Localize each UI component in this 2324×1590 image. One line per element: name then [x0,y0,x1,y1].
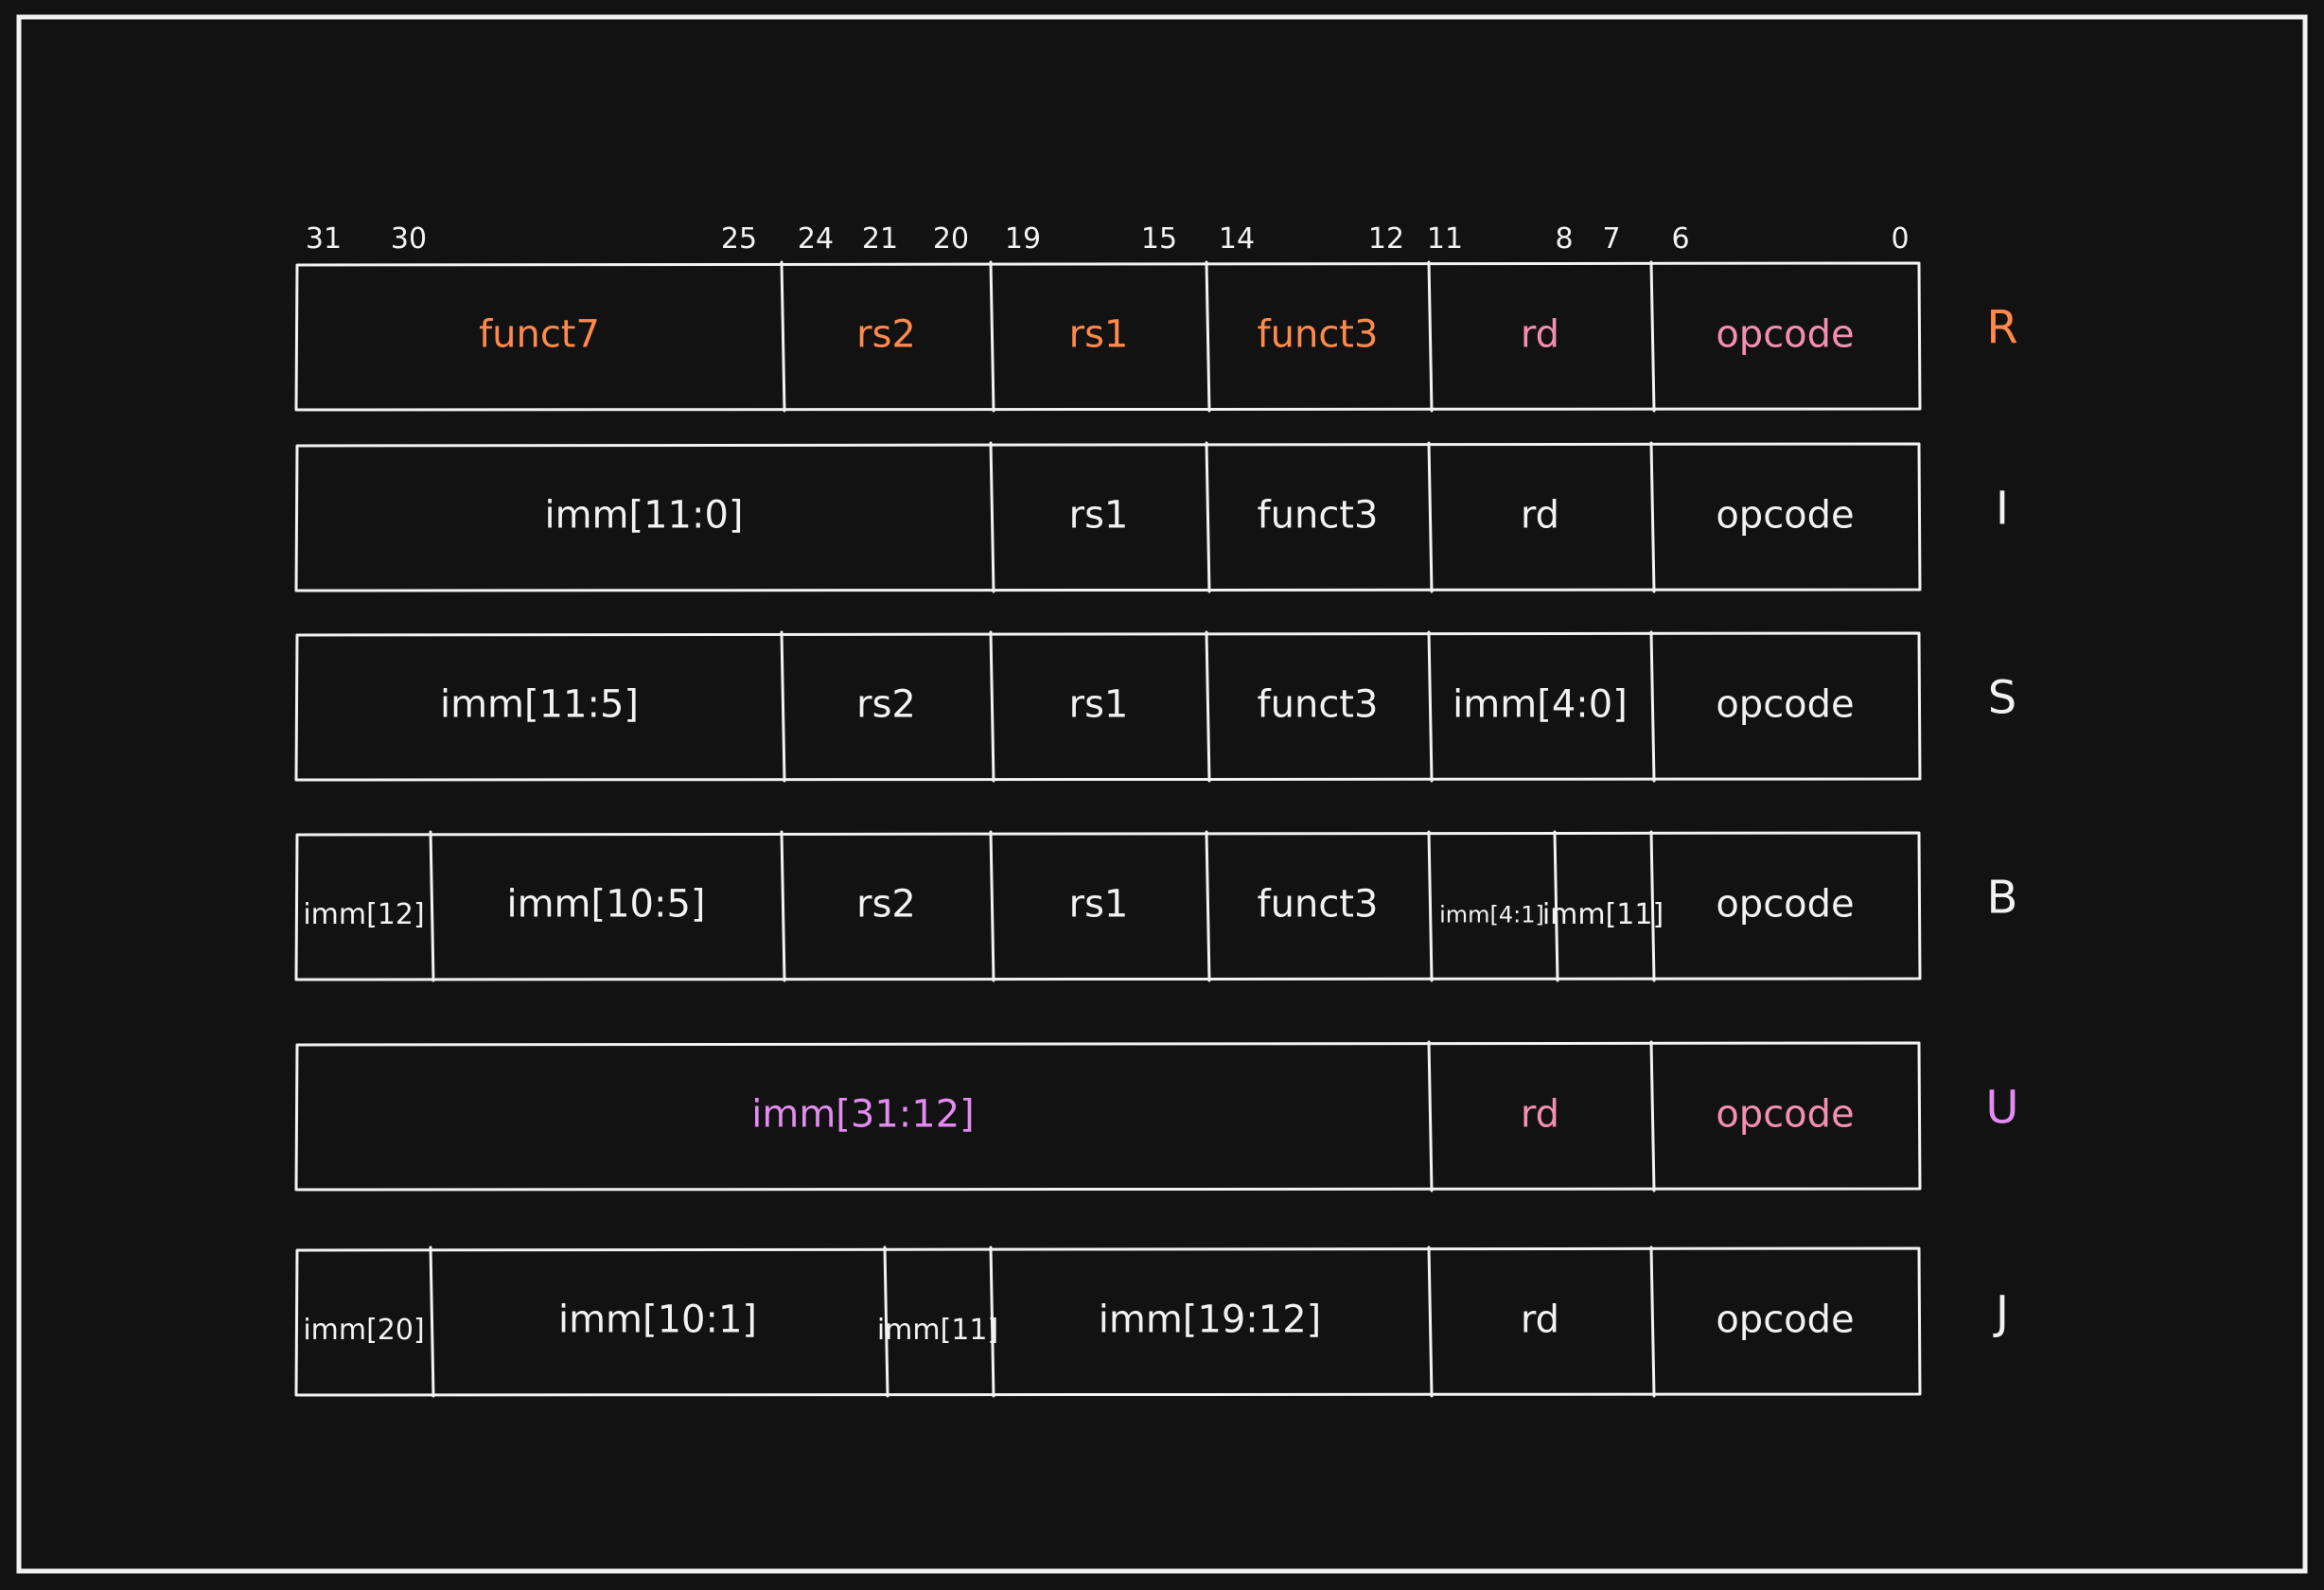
bit-number-14: 14 [1219,222,1255,256]
format-s-divider [989,630,995,783]
format-b-divider [989,830,995,982]
format-u-outline [294,1041,1922,1192]
format-s-divider [780,630,786,783]
bit-number-7: 7 [1602,222,1620,256]
format-s-field-opcode: opcode [1716,683,1854,727]
format-j-divider [429,1246,435,1398]
format-r-field-funct3: funct3 [1258,313,1379,357]
format-i-divider [1205,441,1211,593]
format-b-field-opcode: opcode [1716,883,1854,927]
format-s-divider [1205,630,1211,783]
bit-number-0: 0 [1891,222,1909,256]
bit-number-15: 15 [1141,222,1177,256]
format-s-divider [1427,630,1434,783]
bit-number-20: 20 [933,222,969,256]
format-i-field-funct3: funct3 [1258,494,1379,538]
format-u-divider [1427,1040,1434,1192]
format-s-field-rs1: rs1 [1069,683,1129,727]
bit-number-8: 8 [1555,222,1573,256]
format-type-j: J [1993,1287,2009,1340]
format-type-r: R [1986,302,2017,355]
format-s-field-funct3: funct3 [1258,683,1379,727]
bit-number-12: 12 [1368,222,1404,256]
format-r-field-opcode: opcode [1716,313,1854,357]
format-r-divider [1205,260,1211,413]
format-r-divider [989,260,995,413]
format-i-divider [1427,441,1434,593]
format-j-field-imm-11: imm[11] [877,1314,998,1347]
format-r-field-rs1: rs1 [1069,313,1129,357]
format-b-field-rs2: rs2 [856,883,916,927]
format-type-i: I [1996,483,2009,536]
bit-number-30: 30 [391,222,427,256]
format-b-field-imm-11: imm[11] [1542,898,1664,931]
format-s-divider [1649,630,1656,783]
format-b-field-imm-4-1: imm[4:1] [1439,902,1544,928]
format-type-b: B [1987,872,2018,925]
format-s-field-imm-4-0: imm[4:0] [1452,683,1628,727]
format-b-divider [429,830,435,982]
format-r-field-rd: rd [1521,313,1559,357]
diagram-canvas: 31 30 25 24 21 20 19 15 14 12 11 8 7 6 0 funct7 rs2 rs1 fu… [0,0,2324,1590]
format-i-divider [989,441,995,593]
format-s-field-rs2: rs2 [856,683,916,727]
format-u-divider [1649,1040,1656,1192]
bit-number-11: 11 [1427,222,1463,256]
format-r-divider [780,260,786,413]
format-j-field-imm-10-1: imm[10:1] [558,1298,757,1342]
instruction-format-diagram: 31 30 25 24 21 20 19 15 14 12 11 8 7 6 0 funct7 rs2 rs1 fu… [16,14,2308,1574]
format-u-field-opcode: opcode [1716,1093,1854,1137]
format-i-field-opcode: opcode [1716,494,1854,538]
format-r-field-funct7: funct7 [479,313,600,357]
format-type-s: S [1988,672,2016,725]
format-b-divider [780,830,786,982]
format-i-field-rs1: rs1 [1069,494,1129,538]
format-i-field-rd: rd [1521,494,1559,538]
format-r-divider [1649,260,1656,413]
format-j-field-imm-19-12: imm[19:12] [1099,1298,1322,1342]
bit-number-25: 25 [721,222,757,256]
bit-number-24: 24 [798,222,834,256]
format-r-divider [1427,260,1434,413]
format-r-field-rs2: rs2 [856,313,916,357]
format-u-field-imm-31-12: imm[31:12] [751,1093,975,1137]
format-b-divider [1205,830,1211,982]
bit-number-6: 6 [1671,222,1689,256]
format-b-field-rs1: rs1 [1069,883,1129,927]
bit-number-21: 21 [862,222,898,256]
format-j-divider [1427,1246,1434,1398]
bit-number-19: 19 [1005,222,1041,256]
format-b-field-imm-10-5: imm[10:5] [506,883,705,927]
format-type-u: U [1985,1082,2018,1135]
format-b-field-funct3: funct3 [1258,883,1379,927]
format-j-field-opcode: opcode [1716,1298,1854,1342]
format-j-divider [1649,1246,1656,1398]
format-i-divider [1649,441,1656,593]
format-u-field-rd: rd [1521,1093,1559,1137]
format-b-field-imm-12: imm[12] [303,898,424,931]
format-j-field-rd: rd [1521,1298,1559,1342]
format-s-field-imm-11-5: imm[11:5] [440,683,639,727]
bit-number-31: 31 [306,222,342,256]
format-b-divider [1427,830,1434,982]
format-j-field-imm-20: imm[20] [303,1314,424,1347]
format-i-field-imm-11-0: imm[11:0] [544,494,743,538]
